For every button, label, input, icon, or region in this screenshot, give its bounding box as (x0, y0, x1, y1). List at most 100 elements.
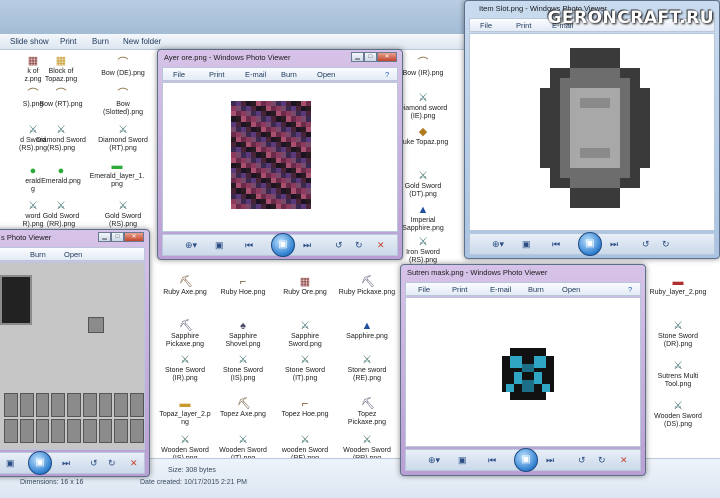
zoom-icon[interactable]: ⊕▾ (492, 239, 504, 250)
menu-email[interactable]: E-mail (245, 70, 266, 79)
previous-icon[interactable]: ⏮ (245, 240, 253, 251)
menu-open[interactable]: Open (562, 285, 580, 294)
file-item[interactable]: ▦ Ruby Ore.png (272, 276, 338, 297)
menu-open[interactable]: Open (64, 250, 82, 259)
minimize-button[interactable]: ▁ (351, 52, 364, 62)
menu-print[interactable]: Print (452, 285, 467, 294)
menu-print[interactable]: Print (209, 70, 224, 79)
menu-email[interactable]: E-mail (490, 285, 511, 294)
rotate-right-icon[interactable]: ↻ (662, 239, 670, 250)
menu-file[interactable]: File (173, 70, 185, 79)
next-icon[interactable]: ⏭ (546, 455, 554, 466)
zoom-icon[interactable]: ⊕▾ (185, 240, 197, 251)
photo-viewer-ayer-ore[interactable]: Ayer ore.png - Windows Photo Viewer ▁ □ ✕ … (157, 49, 403, 260)
file-item[interactable]: ⛏ Ruby Pickaxe.png (334, 276, 400, 297)
file-label: Diamond Sword (RT).png (98, 137, 148, 152)
file-item[interactable]: ⌒ Bow (Slotted).png (90, 88, 156, 117)
print-button[interactable]: Print (60, 37, 76, 46)
maximize-button[interactable]: □ (111, 232, 124, 242)
rotate-right-icon[interactable]: ↻ (598, 455, 606, 466)
file-label: Ruby_layer_2.png (649, 289, 707, 296)
hoe-icon: ⌐ (239, 276, 247, 288)
rotate-left-icon[interactable]: ↺ (642, 239, 650, 250)
actual-size-icon[interactable]: ▣ (6, 458, 15, 469)
sword-icon: ⚔ (362, 434, 372, 446)
rotate-left-icon[interactable]: ↺ (335, 240, 343, 251)
file-item[interactable]: ⛏ Sapphire Pickaxe.png (152, 320, 218, 349)
menu-burn[interactable]: Burn (30, 250, 46, 259)
photo-viewer-sutren-mask[interactable]: Sutren mask.png - Windows Photo Viewer F… (400, 264, 646, 476)
file-item[interactable]: ⌒ Bow (RT).png (28, 88, 94, 109)
previous-icon[interactable]: ⏮ (552, 239, 560, 250)
file-item[interactable]: ⚔ Sutrens Multi Tool.png (645, 360, 711, 389)
sword-icon: ⚔ (56, 124, 66, 136)
close-button[interactable]: ✕ (124, 232, 144, 242)
file-item[interactable]: ▬ Emerald_layer_1. png (84, 160, 150, 189)
file-item[interactable]: ⚔ Stone Sword (DR).png (645, 320, 711, 349)
file-item[interactable]: ⚔ Gold Sword (RS).png (90, 200, 156, 229)
new-folder-button[interactable]: New folder (123, 37, 161, 46)
file-item[interactable]: ▲ Sapphire.png (334, 320, 400, 341)
slideshow-button[interactable]: ▣ (514, 448, 538, 472)
delete-icon[interactable]: ✕ (130, 458, 138, 469)
file-item[interactable]: ▬ Topaz_layer_2.p ng (152, 398, 218, 427)
bow-icon: ⌒ (117, 88, 129, 100)
menu-file[interactable]: File (480, 21, 492, 30)
file-item[interactable]: ⚔ Diamond Sword (RS).png (28, 124, 94, 153)
rotate-right-icon[interactable]: ↻ (355, 240, 363, 251)
photo-viewer-item-slot[interactable]: Item Slot.png - Windows Photo Viewer Fil… (464, 0, 720, 259)
burn-button[interactable]: Burn (92, 37, 109, 46)
close-button[interactable]: ✕ (377, 52, 397, 62)
gui-slot-small (88, 317, 104, 333)
slide-show-button[interactable]: Slide show (10, 37, 49, 46)
slideshow-button[interactable]: ▣ (271, 233, 295, 257)
next-icon[interactable]: ⏭ (62, 458, 70, 469)
file-item[interactable]: ⚔ Diamond Sword (RT).png (90, 124, 156, 153)
file-item[interactable]: ⚔ Stone sword (RE).png (334, 354, 400, 383)
file-item[interactable]: ⌐ Topez Hoe.png (272, 398, 338, 419)
maximize-button[interactable]: □ (364, 52, 377, 62)
file-item[interactable]: ⚔ Sapphire Sword.png (272, 320, 338, 349)
file-item[interactable]: ⌒ Bow (DE).png (90, 57, 156, 78)
menu-open[interactable]: Open (317, 70, 335, 79)
file-item[interactable]: ▦ Block of Topaz.png (28, 55, 94, 84)
file-item[interactable]: ⚔ Stone Sword (IS).png (210, 354, 276, 383)
help-icon[interactable]: ? (628, 285, 632, 294)
actual-size-icon[interactable]: ▣ (522, 239, 531, 250)
file-item[interactable]: ⚔ Gold Sword (RR).png (28, 200, 94, 229)
zoom-icon[interactable]: ⊕▾ (428, 455, 440, 466)
rotate-left-icon[interactable]: ↺ (90, 458, 98, 469)
pick-icon: ⛏ (179, 320, 193, 332)
previous-icon[interactable]: ⏮ (488, 455, 496, 466)
delete-icon[interactable]: ✕ (377, 240, 385, 251)
sword-icon: ⚔ (180, 434, 190, 446)
photo-viewer-left[interactable]: s Photo Viewer ▁□✕ Burn Open ▣ ⏮ ▣ ⏭ ↺ ↻… (0, 229, 150, 477)
menu-burn[interactable]: Burn (281, 70, 297, 79)
rotate-right-icon[interactable]: ↻ (108, 458, 116, 469)
minimize-button[interactable]: ▁ (98, 232, 111, 242)
next-icon[interactable]: ⏭ (303, 240, 311, 251)
menu-file[interactable]: File (418, 285, 430, 294)
file-item[interactable]: ⌐ Ruby Hoe.png (210, 276, 276, 297)
file-item[interactable]: ⛏ Topez Axe.png (210, 398, 276, 419)
file-item[interactable]: ⛏ Topez Pickaxe.png (334, 398, 400, 427)
slideshow-button[interactable]: ▣ (578, 232, 602, 256)
viewer-controls: ▣ ⏮ ▣ ⏭ ↺ ↻ ✕ (0, 451, 145, 475)
menu-burn[interactable]: Burn (528, 285, 544, 294)
help-icon[interactable]: ? (385, 70, 389, 79)
file-item[interactable]: ▬ Ruby_layer_2.png (645, 276, 711, 297)
slideshow-button[interactable]: ▣ (28, 451, 52, 475)
sword-icon: ⚔ (180, 354, 190, 366)
bow-icon: ⌒ (417, 57, 429, 69)
file-item[interactable]: ⚔ Stone Sword (IR).png (152, 354, 218, 383)
file-item[interactable]: ⚔ Wooden Sword (DS).png (645, 400, 711, 429)
actual-size-icon[interactable]: ▣ (215, 240, 224, 251)
next-icon[interactable]: ⏭ (610, 239, 618, 250)
file-item[interactable]: ⚔ Stone Sword (IT).png (272, 354, 338, 383)
file-item[interactable]: ♠ Sapphire Shovel.png (210, 320, 276, 349)
menu-print[interactable]: Print (516, 21, 531, 30)
actual-size-icon[interactable]: ▣ (458, 455, 467, 466)
rotate-left-icon[interactable]: ↺ (578, 455, 586, 466)
delete-icon[interactable]: ✕ (620, 455, 628, 466)
file-item[interactable]: ⛏ Ruby Axe.png (152, 276, 218, 297)
